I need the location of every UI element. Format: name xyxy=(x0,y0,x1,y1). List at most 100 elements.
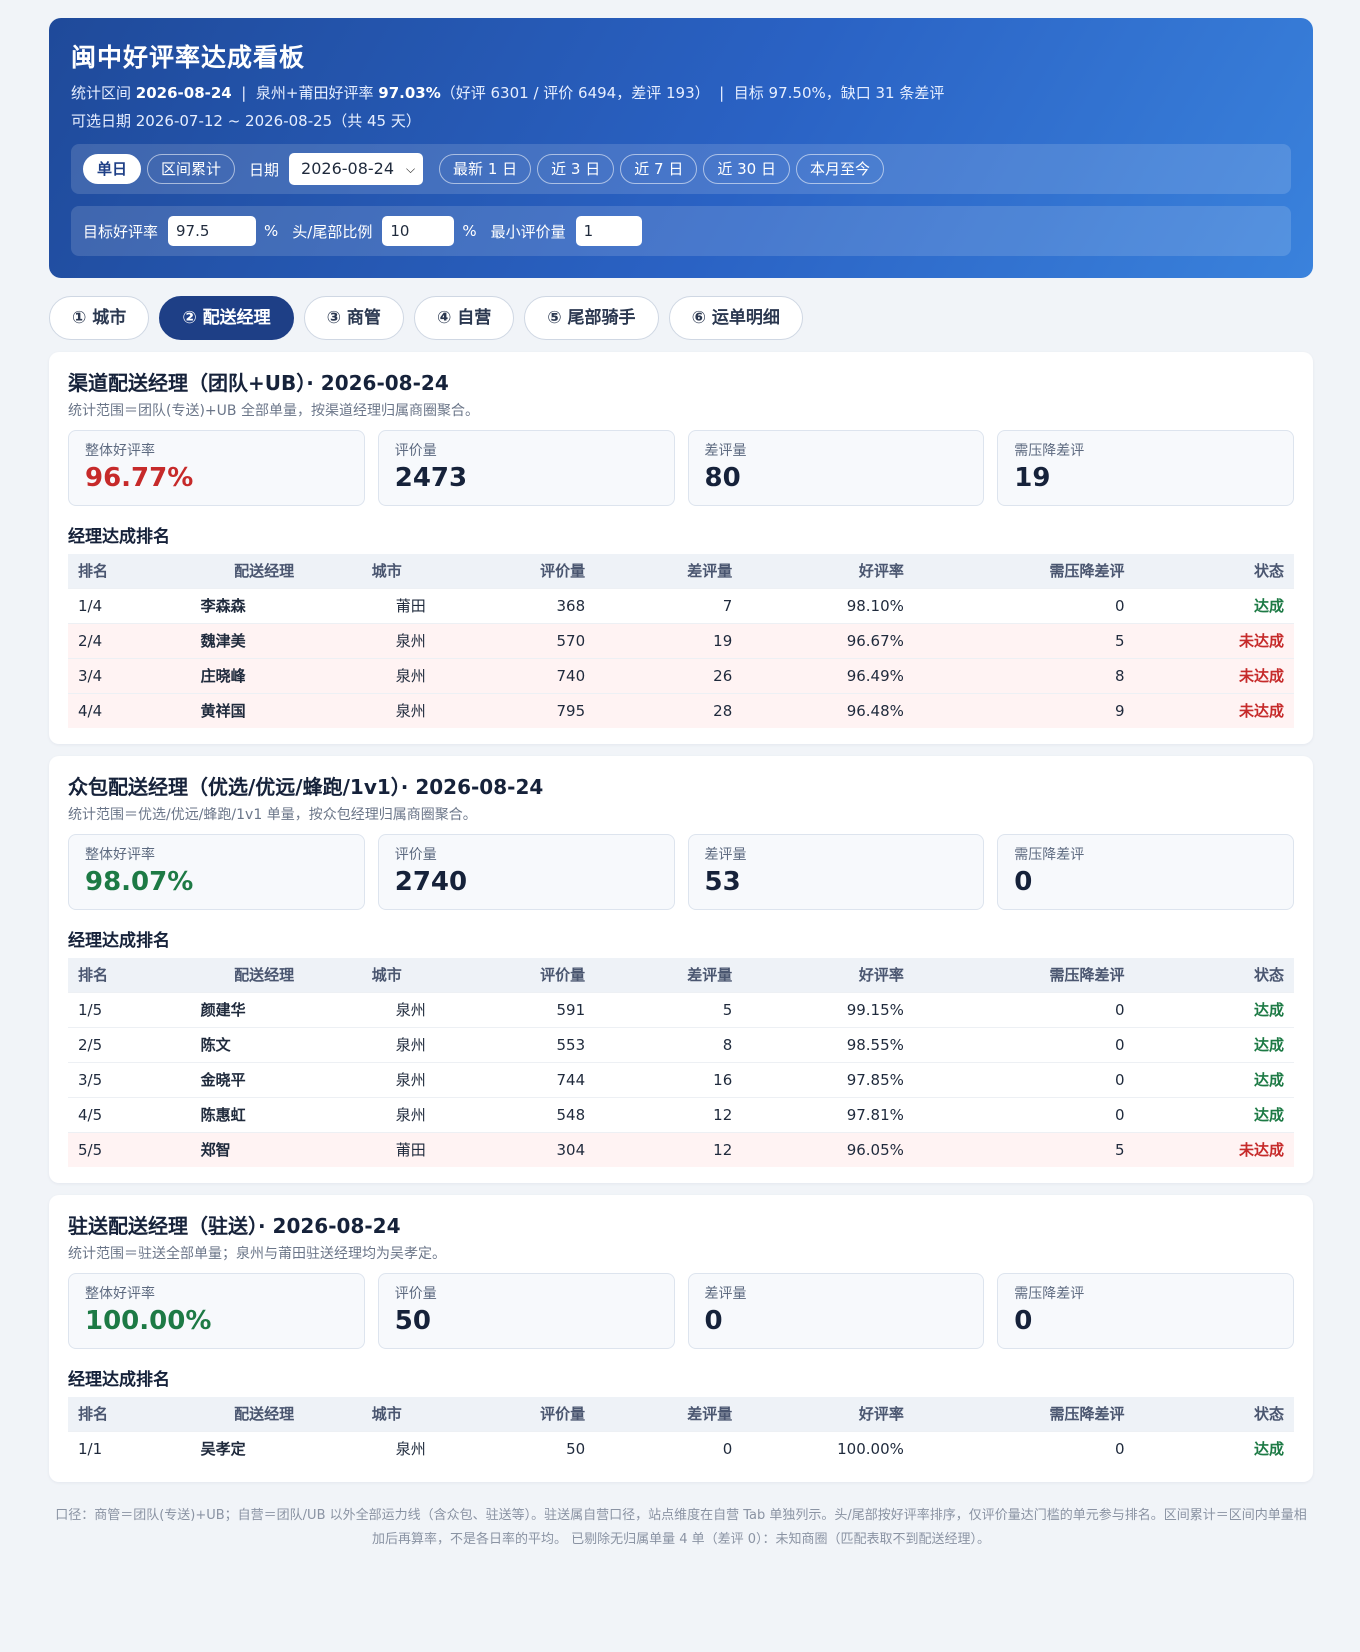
col-city: 城市 xyxy=(337,1397,436,1431)
need-cell: 5 xyxy=(913,622,1135,658)
section-title: 众包配送经理（优选/优远/蜂跑/1v1）· 2026-08-24 xyxy=(68,775,544,799)
status-cell: 未达成 xyxy=(1134,657,1294,693)
rate-cell: 96.48% xyxy=(742,692,914,728)
kpi-row: 整体好评率 100.00% 评价量 50 差评量 0 需压降差评 0 xyxy=(68,1273,1294,1349)
reviews-cell: 304 xyxy=(435,1131,596,1167)
manager-name-cell: 颜建华 xyxy=(190,991,338,1027)
kpi-row: 整体好评率 98.07% 评价量 2740 差评量 53 需压降差评 0 xyxy=(68,834,1294,910)
city-cell: 泉州 xyxy=(337,1096,436,1132)
target-rate-input[interactable]: 97.5 xyxy=(168,216,257,246)
chevron-down-icon: ⌵ xyxy=(405,162,416,176)
col-manager: 配送经理 xyxy=(190,958,338,992)
need-cell: 0 xyxy=(913,991,1135,1027)
table-row: 4/4 黄祥国 泉州 795 28 96.48% 9 未达成 xyxy=(68,692,1294,728)
dashboard-header: 闽中好评率达成看板 统计区间 2026-08-24 | 泉州+莆田好评率 97.… xyxy=(49,18,1313,278)
city-cell: 泉州 xyxy=(337,1430,436,1466)
reviews-cell: 50 xyxy=(435,1430,596,1466)
need-cell: 8 xyxy=(913,657,1135,693)
need-cell: 9 xyxy=(913,692,1135,728)
need-cell: 0 xyxy=(913,1430,1135,1466)
rank-cell: 4/5 xyxy=(68,1096,191,1132)
rate-cell: 96.67% xyxy=(742,622,914,658)
city-cell: 泉州 xyxy=(337,991,436,1027)
quick-7-days-button[interactable]: 近 7 日 xyxy=(620,154,698,184)
tab-delivery-manager[interactable]: ② 配送经理 xyxy=(159,296,294,340)
need-cell: 5 xyxy=(913,1131,1135,1167)
col-need: 需压降差评 xyxy=(913,554,1135,588)
kpi-overall-rate: 整体好评率 98.07% xyxy=(68,834,365,910)
manager-name-cell: 金晓平 xyxy=(190,1061,338,1097)
bad-cell: 16 xyxy=(595,1061,743,1097)
min-reviews-label: 最小评价量 xyxy=(490,222,566,241)
reviews-cell: 744 xyxy=(435,1061,596,1097)
rank-title: 经理达成排名 xyxy=(68,931,170,951)
tab-city[interactable]: ① 城市 xyxy=(49,296,150,340)
manager-name-cell: 吴孝定 xyxy=(190,1430,338,1466)
kpi-overall-rate: 整体好评率 96.77% xyxy=(68,430,365,506)
city-cell: 泉州 xyxy=(337,692,436,728)
section-scope: 统计范围＝驻送全部单量；泉州与莆田驻送经理均为吴孝定。 xyxy=(68,1246,446,1262)
status-cell: 未达成 xyxy=(1134,622,1294,658)
table-row: 1/4 李森森 莆田 368 7 98.10% 0 达成 xyxy=(68,587,1294,623)
rank-cell: 1/4 xyxy=(68,587,191,623)
col-rank: 排名 xyxy=(68,1397,191,1431)
threshold-controls: 目标好评率 97.5 % 头/尾部比例 10 % 最小评价量 1 xyxy=(71,206,1291,256)
min-reviews-input[interactable]: 1 xyxy=(575,216,642,246)
reviews-cell: 591 xyxy=(435,991,596,1027)
rate-cell: 98.10% xyxy=(742,587,914,623)
quick-month-to-date-button[interactable]: 本月至今 xyxy=(795,154,884,184)
col-city: 城市 xyxy=(337,958,436,992)
rank-cell: 1/5 xyxy=(68,991,191,1027)
need-cell: 0 xyxy=(913,1061,1135,1097)
kpi-reviews: 评价量 50 xyxy=(377,1273,675,1349)
rate-cell: 100.00% xyxy=(742,1430,914,1466)
summary-target: 目标 97.50%，缺口 31 条差评 xyxy=(733,84,945,102)
section-scope: 统计范围＝优选/优远/蜂跑/1v1 单量，按众包经理归属商圈聚合。 xyxy=(68,807,477,823)
col-bad: 差评量 xyxy=(595,554,743,588)
table-row: 3/4 庄晓峰 泉州 740 26 96.49% 8 未达成 xyxy=(68,657,1294,693)
tab-business-mgmt[interactable]: ③ 商管 xyxy=(303,296,404,340)
date-label: 日期 xyxy=(249,160,280,179)
quick-30-days-button[interactable]: 近 30 日 xyxy=(703,154,790,184)
col-rate: 好评率 xyxy=(742,1397,914,1431)
tab-self-operated[interactable]: ④ 自营 xyxy=(413,296,515,340)
rank-title: 经理达成排名 xyxy=(68,527,170,547)
col-reviews: 评价量 xyxy=(435,554,596,588)
status-cell: 达成 xyxy=(1134,991,1294,1027)
quick-3-days-button[interactable]: 近 3 日 xyxy=(537,154,615,184)
rank-cell: 1/1 xyxy=(68,1430,191,1466)
bad-cell: 28 xyxy=(595,692,743,728)
bad-cell: 12 xyxy=(595,1131,743,1167)
kpi-need-reduce: 需压降差评 19 xyxy=(997,430,1294,506)
rank-cell: 5/5 xyxy=(68,1131,191,1167)
tab-bar: ① 城市 ② 配送经理 ③ 商管 ④ 自营 ⑤ 尾部骑手 ⑥ 运单明细 xyxy=(49,296,1313,340)
table-row: 1/1 吴孝定 泉州 50 0 100.00% 0 达成 xyxy=(68,1430,1294,1466)
reviews-cell: 795 xyxy=(435,692,596,728)
ratio-input[interactable]: 10 xyxy=(382,216,455,246)
city-cell: 泉州 xyxy=(337,622,436,658)
tab-tail-riders[interactable]: ⑤ 尾部骑手 xyxy=(524,296,659,340)
need-cell: 0 xyxy=(913,1096,1135,1132)
target-rate-label: 目标好评率 xyxy=(83,222,159,241)
kpi-reviews: 评价量 2740 xyxy=(377,834,675,910)
mode-single-button[interactable]: 单日 xyxy=(83,154,142,184)
col-need: 需压降差评 xyxy=(913,958,1135,992)
tab-order-details[interactable]: ⑥ 运单明细 xyxy=(668,296,803,340)
summary-rate: 97.03% xyxy=(378,84,441,102)
status-cell: 达成 xyxy=(1134,1430,1294,1466)
col-status: 状态 xyxy=(1134,958,1294,992)
manager-name-cell: 李森森 xyxy=(190,587,338,623)
rate-cell: 98.55% xyxy=(742,1026,914,1062)
date-range-line: 可选日期 2026-07-12 ~ 2026-08-25（共 45 天） xyxy=(71,112,421,130)
city-cell: 泉州 xyxy=(337,657,436,693)
col-bad: 差评量 xyxy=(595,958,743,992)
quick-latest-1-button[interactable]: 最新 1 日 xyxy=(439,154,532,184)
city-cell: 莆田 xyxy=(337,587,436,623)
col-rank: 排名 xyxy=(68,958,191,992)
mode-range-button[interactable]: 区间累计 xyxy=(147,154,236,184)
reviews-cell: 368 xyxy=(435,587,596,623)
table-row: 4/5 陈惠虹 泉州 548 12 97.81% 0 达成 xyxy=(68,1096,1294,1132)
date-select[interactable]: 2026-08-24 ⌵ xyxy=(289,153,424,185)
section-title: 渠道配送经理（团队+UB）· 2026-08-24 xyxy=(68,371,449,395)
col-manager: 配送经理 xyxy=(190,1397,338,1431)
